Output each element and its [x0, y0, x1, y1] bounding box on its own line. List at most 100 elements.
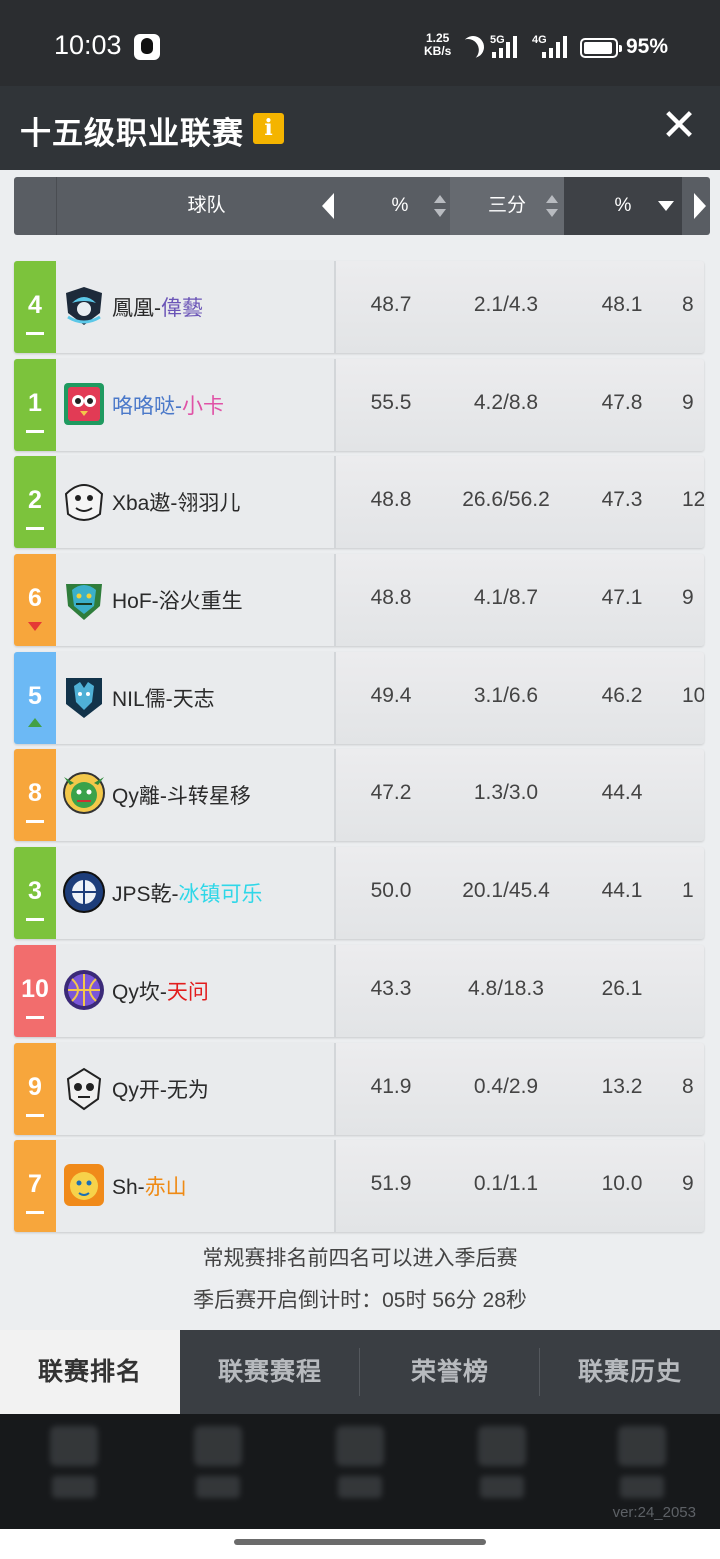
team-cell: Qy开-无为: [56, 1042, 336, 1135]
player-name: 斗转星移: [166, 785, 251, 809]
player-name: 赤山: [144, 1176, 187, 1200]
team-prefix: Qy开-: [112, 1078, 167, 1102]
blurred-icon: [188, 1426, 248, 1510]
speed-value: 1.25: [425, 31, 450, 45]
stat-three-pt: 4.2/8.8: [473, 390, 539, 414]
rank-number: 8: [28, 779, 42, 808]
owl-logo: [62, 381, 106, 427]
stat-next-clipped: 1: [682, 879, 694, 903]
rank-number: 6: [28, 584, 42, 613]
stat-three-pt: 20.1/45.4: [462, 879, 550, 903]
rank-number: 3: [28, 877, 42, 906]
stat-fg-pct: 43.3: [370, 976, 412, 1000]
trend-flat-icon: [26, 527, 44, 531]
team-name: JPS乾-冰镇可乐: [112, 878, 263, 908]
stat-next-clipped: 8: [682, 1074, 694, 1098]
info-icon[interactable]: i: [253, 113, 284, 144]
basketball-logo: [62, 869, 106, 915]
stat-three-pt: 4.1/8.7: [473, 586, 539, 610]
purple-ball-logo: [62, 967, 106, 1013]
trend-flat-icon: [26, 1211, 44, 1215]
team-prefix: Xba遨-: [112, 492, 178, 516]
stat-fg-pct: 41.9: [370, 1074, 412, 1098]
goblin-logo: [62, 771, 106, 817]
rank-badge: 8: [14, 749, 56, 842]
team-name: Xba遨-翎羽儿: [112, 487, 240, 517]
team-name: Qy坎-天问: [112, 976, 209, 1006]
scroll-left-icon[interactable]: [322, 193, 334, 219]
stat-three-pct: 44.4: [601, 781, 643, 805]
rank-badge: 2: [14, 456, 56, 549]
team-prefix: JPS乾-: [112, 883, 179, 907]
table-row[interactable]: 1 咯咯哒-小卡 55.5 4.2/8.8 47.8 9: [14, 358, 704, 451]
table-row[interactable]: 10 Qy坎-天问 43.3 4.8/18.3 26.1: [14, 944, 704, 1037]
tab-honor-board[interactable]: 荣誉榜: [360, 1330, 540, 1414]
player-name: 小卡: [182, 394, 224, 418]
table-row[interactable]: 8 Qy離-斗转星移 47.2 1.3/3.0 44.4: [14, 749, 704, 842]
team-name: Qy離-斗转星移: [112, 780, 251, 810]
team-name: Sh-赤山: [112, 1171, 187, 1201]
table-row[interactable]: 4 鳳凰-偉藝 48.7 2.1/4.3 48.1 8: [14, 261, 704, 353]
team-name: NIL儒-天志: [112, 683, 215, 713]
stat-three-pt: 26.6/56.2: [462, 488, 550, 512]
stat-three-pct: 47.1: [601, 586, 643, 610]
rank-number: 10: [21, 974, 49, 1003]
column-pct[interactable]: %: [350, 177, 450, 235]
column-team: 球队: [56, 177, 356, 235]
stat-fg-pct: 48.8: [370, 586, 412, 610]
column-pct-label: %: [391, 195, 409, 216]
rank-badge: 7: [14, 1140, 56, 1233]
rank-number: 4: [28, 291, 42, 319]
table-row[interactable]: 9 Qy开-无为 41.9 0.4/2.9 13.2 8: [14, 1042, 704, 1135]
home-indicator[interactable]: [234, 1539, 486, 1545]
scroll-right-icon[interactable]: [694, 193, 706, 219]
close-icon[interactable]: ✕: [656, 104, 702, 150]
stat-fg-pct: 49.4: [370, 683, 412, 707]
stat-three-pt: 0.4/2.9: [473, 1074, 539, 1098]
player-name: 偉藝: [161, 297, 203, 320]
skull-logo: [62, 1065, 106, 1111]
stat-three-pt: 3.1/6.6: [473, 683, 539, 707]
rank-badge: 4: [14, 261, 56, 353]
phoenix-logo: [62, 283, 106, 329]
stat-next-clipped: 10: [682, 683, 704, 707]
sort-icon: [434, 195, 446, 217]
stat-fg-pct: 48.8: [370, 488, 412, 512]
wolf-logo: [62, 674, 106, 720]
stat-three-pct: 47.8: [601, 390, 643, 414]
table-row[interactable]: 3 JPS乾-冰镇可乐 50.0 20.1/45.4 44.1 1: [14, 847, 704, 940]
tab-league-history[interactable]: 联赛历史: [540, 1330, 720, 1414]
team-cell: JPS乾-冰镇可乐: [56, 847, 336, 940]
player-name: 浴火重生: [158, 590, 243, 614]
column-three-point[interactable]: 三分: [450, 177, 564, 235]
team-cell: Qy坎-天问: [56, 944, 336, 1037]
player-name: 翎羽儿: [177, 492, 241, 516]
team-cell: 咯咯哒-小卡: [56, 358, 336, 451]
table-row[interactable]: 2 Xba遨-翎羽儿 48.8 26.6/56.2 47.3 12: [14, 456, 704, 549]
rank-badge: 10: [14, 944, 56, 1037]
version-label: ver:24_2053: [612, 1504, 696, 1521]
tab-league-schedule[interactable]: 联赛赛程: [180, 1330, 360, 1414]
table-row[interactable]: 6 HoF-浴火重生 48.8 4.1/8.7 47.1 9: [14, 554, 704, 647]
stat-three-pct: 44.1: [601, 879, 643, 903]
player-name: 冰镇可乐: [178, 883, 263, 907]
table-row[interactable]: 7 Sh-赤山 51.9 0.1/1.1 10.0 9: [14, 1140, 704, 1233]
trend-flat-icon: [26, 1113, 44, 1117]
trend-up-icon: [28, 717, 42, 727]
stat-fg-pct: 48.7: [370, 293, 412, 316]
stat-three-pct: 13.2: [601, 1074, 643, 1098]
column-pct2-label: %: [614, 195, 632, 216]
battery-icon: [580, 38, 622, 58]
player-name: 无为: [166, 1078, 209, 1102]
team-cell: Sh-赤山: [56, 1140, 336, 1233]
stat-next-clipped: 8: [682, 293, 694, 316]
tab-league-ranking[interactable]: 联赛排名: [0, 1330, 180, 1414]
table-row[interactable]: 5 NIL儒-天志 49.4 3.1/6.6 46.2 10: [14, 651, 704, 744]
trend-flat-icon: [26, 918, 44, 922]
column-three-label: 三分: [487, 195, 526, 216]
sort-desc-icon: [658, 201, 674, 211]
network-speed: 1.25 KB/s: [424, 32, 451, 58]
table-header: 球队 % 三分 %: [14, 177, 710, 235]
trend-flat-icon: [26, 429, 44, 433]
stat-fg-pct: 55.5: [370, 390, 412, 414]
